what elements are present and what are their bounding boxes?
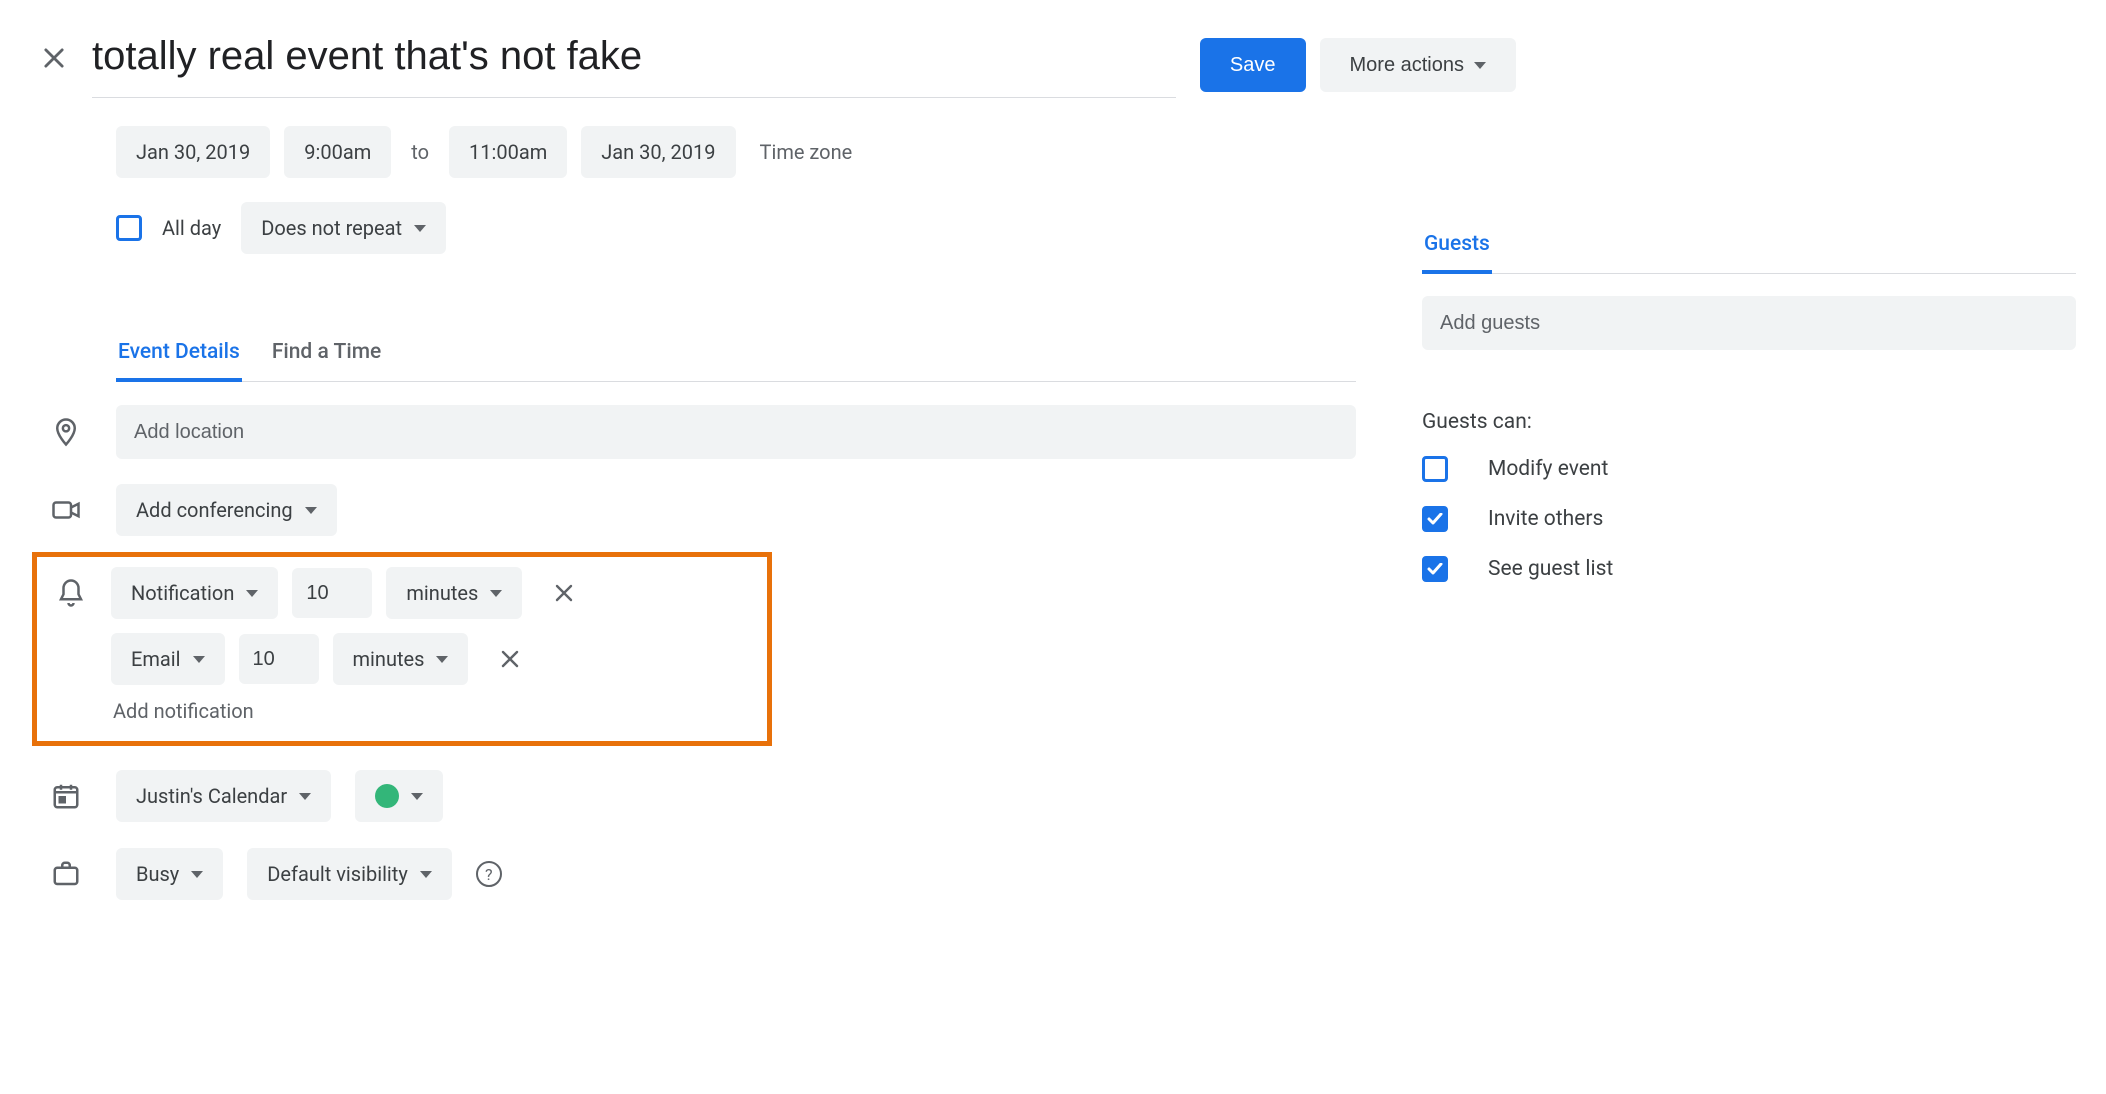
save-button[interactable]: Save [1200,38,1306,92]
guest-permissions-title: Guests can: [1422,410,2076,434]
notification-type-label: Email [131,647,181,671]
chevron-down-icon [420,871,432,878]
notification-unit-label: minutes [353,647,425,671]
remove-notification-button-0[interactable] [552,581,576,605]
chevron-down-icon [305,507,317,514]
perm-modify-event-checkbox[interactable] [1422,456,1448,482]
notification-amount-input-0[interactable] [292,568,372,618]
add-guests-input[interactable] [1422,296,2076,350]
notification-unit-select-0[interactable]: minutes [386,567,522,619]
add-notification-button[interactable]: Add notification [113,699,759,723]
end-date-chip[interactable]: Jan 30, 2019 [581,126,735,178]
notifications-highlight: Notification minutes [32,552,772,746]
tab-event-details[interactable]: Event Details [116,328,242,382]
remove-notification-button-1[interactable] [498,647,522,671]
help-icon[interactable]: ? [476,861,502,887]
chevron-down-icon [436,656,448,663]
notification-type-select-0[interactable]: Notification [111,567,278,619]
close-icon[interactable] [40,44,68,72]
visibility-select[interactable]: Default visibility [247,848,452,900]
timezone-link[interactable]: Time zone [750,140,853,164]
visibility-label: Default visibility [267,862,408,886]
availability-select[interactable]: Busy [116,848,223,900]
all-day-label: All day [156,216,227,240]
conferencing-select[interactable]: Add conferencing [116,484,337,536]
calendar-color-select[interactable] [355,770,443,822]
chevron-down-icon [246,590,258,597]
chevron-down-icon [299,793,311,800]
to-label: to [405,140,435,164]
location-input[interactable] [116,405,1356,459]
perm-invite-others-label: Invite others [1488,507,1603,531]
briefcase-icon [51,859,81,889]
color-swatch-icon [375,784,399,808]
chevron-down-icon [191,871,203,878]
tab-find-a-time[interactable]: Find a Time [270,328,383,382]
notification-amount-input-1[interactable] [239,634,319,684]
chevron-down-icon [411,793,423,800]
perm-invite-others-checkbox[interactable] [1422,506,1448,532]
event-title-input[interactable] [92,20,1176,98]
chevron-down-icon [193,656,205,663]
start-time-chip[interactable]: 9:00am [284,126,391,178]
notification-type-label: Notification [131,581,234,605]
repeat-select[interactable]: Does not repeat [241,202,446,254]
repeat-label: Does not repeat [261,216,402,240]
perm-see-guest-list-label: See guest list [1488,557,1613,581]
notification-unit-label: minutes [406,581,478,605]
video-camera-icon [51,495,81,525]
tab-guests[interactable]: Guests [1422,220,1492,274]
chevron-down-icon [490,590,502,597]
end-time-chip[interactable]: 11:00am [449,126,567,178]
more-actions-label: More actions [1350,54,1465,77]
bell-icon [56,578,86,608]
perm-modify-event-label: Modify event [1488,457,1608,481]
chevron-down-icon [414,225,426,232]
calendar-select[interactable]: Justin's Calendar [116,770,331,822]
calendar-name-label: Justin's Calendar [136,784,287,808]
notification-type-select-1[interactable]: Email [111,633,225,685]
conferencing-label: Add conferencing [136,498,293,522]
calendar-icon [51,781,81,811]
location-pin-icon [51,417,81,447]
notification-unit-select-1[interactable]: minutes [333,633,469,685]
chevron-down-icon [1474,62,1486,69]
availability-label: Busy [136,862,179,886]
start-date-chip[interactable]: Jan 30, 2019 [116,126,270,178]
perm-see-guest-list-checkbox[interactable] [1422,556,1448,582]
more-actions-button[interactable]: More actions [1320,38,1517,92]
all-day-checkbox[interactable] [116,215,142,241]
